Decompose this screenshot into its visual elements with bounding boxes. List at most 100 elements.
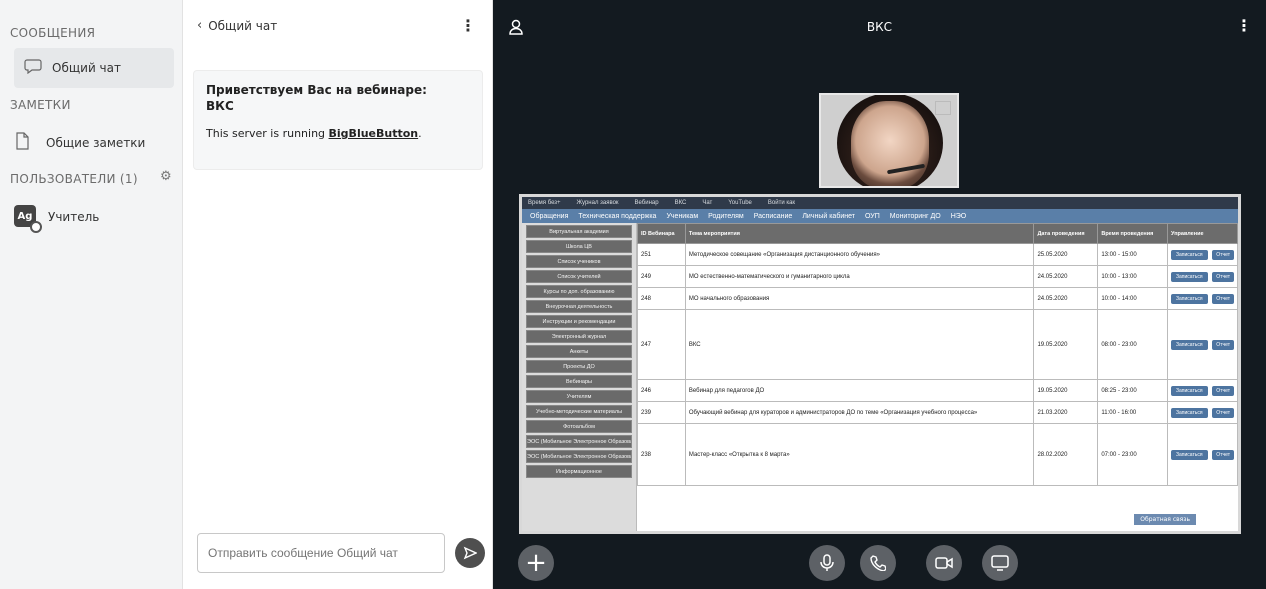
phone-icon [870, 555, 886, 571]
table-cell-topic: Вебинар для педагогов ДО [684, 379, 1035, 402]
join-button: Записаться [1171, 339, 1208, 350]
table-row: 249 МО естественно-математического и гума… [637, 265, 1238, 288]
user-list-panel: СООБЩЕНИЯ Общий чат ЗАМЕТКИ Общие заметк… [0, 0, 183, 589]
slide-sidebar-item: Список учителей [526, 270, 632, 283]
slide-sidebar-item: Проекты ДО [526, 360, 632, 373]
slide-nav-item: НЭО [950, 212, 967, 220]
notes-section-title: ЗАМЕТКИ [10, 98, 71, 112]
slide-topbar-item: Журнал заявок [576, 200, 619, 206]
slide-sidebar: Виртуальная академия Школа ЦВ Список учени… [522, 223, 636, 531]
table-cell-topic: ВКС [684, 309, 1035, 380]
table-cell-actions: Записаться Отчет [1167, 309, 1238, 380]
user-name[interactable]: Учитель [48, 210, 99, 224]
table-header-cell: ID Вебинара [637, 223, 686, 244]
table-cell-actions: Записаться Отчет [1167, 423, 1238, 486]
slide-topbar-item: Время без+ [528, 200, 561, 206]
table-row: 248 МО начального образования 24.05.2020 10… [637, 287, 1238, 310]
welcome-message: Приветствуем Вас на вебинаре: ВКС This s… [193, 70, 483, 170]
report-button: Отчет [1212, 271, 1234, 282]
table-header-cell: Дата проведения [1033, 223, 1099, 244]
slide-sidebar-item: Список учеников [526, 255, 632, 268]
shared-notes-item[interactable]: Общие заметки [14, 128, 145, 158]
table-row: 246 Вебинар для педагогов ДО 19.05.2020 08:… [637, 379, 1238, 402]
server-info: This server is running BigBlueButton. [206, 127, 470, 140]
webcam-video[interactable] [819, 93, 959, 188]
screen-icon [991, 555, 1009, 571]
users-section-title: ПОЛЬЗОВАТЕЛИ (1) [10, 172, 138, 186]
join-button: Записаться [1171, 249, 1208, 260]
table-cell-date: 19.05.2020 [1033, 309, 1099, 380]
table-cell-date: 24.05.2020 [1033, 287, 1099, 310]
messages-section-title: СООБЩЕНИЯ [10, 26, 96, 40]
welcome-line-1: Приветствуем Вас на вебинаре: [206, 83, 427, 97]
table-cell-id: 247 [637, 309, 686, 380]
table-cell-topic: МО естественно-математического и гуманит… [684, 265, 1035, 288]
slide-topbar-item: ВКС [674, 200, 687, 206]
table-cell-id: 239 [637, 401, 686, 424]
slide-navbar: Обращения Техническая поддержка Ученикам Ро… [522, 209, 1238, 223]
shared-notes-label: Общие заметки [46, 136, 146, 150]
phone-button[interactable] [860, 545, 896, 581]
slide-sidebar-item: Виртуальная академия [526, 225, 632, 238]
chat-back-button[interactable]: ‹ Общий чат [197, 18, 277, 33]
slide-topbar-item: Войти как [767, 200, 796, 206]
join-button: Записаться [1171, 271, 1208, 282]
meeting-title: ВКС [866, 20, 893, 34]
slide-sidebar-item: Курсы по доп. образованию [526, 285, 632, 298]
screenshare-button[interactable] [982, 545, 1018, 581]
avatar[interactable]: Ag [14, 205, 42, 233]
slide-sidebar-item: Фотоальбом [526, 420, 632, 433]
table-cell-time: 13:00 - 15:00 [1097, 243, 1168, 266]
table-cell-id: 238 [637, 423, 686, 486]
slide-sidebar-item: ЭОС (Мобильное Электронное Образование) [526, 450, 632, 463]
options-menu-button[interactable]: ⋮ [1236, 16, 1252, 35]
slide-sidebar-item: Учителям [526, 390, 632, 403]
public-chat-label: Общий чат [52, 61, 121, 75]
table-cell-date: 25.05.2020 [1033, 243, 1099, 266]
report-button: Отчет [1212, 293, 1234, 304]
slide-sidebar-item: Учебно-методические материалы [526, 405, 632, 418]
join-button: Записаться [1171, 293, 1208, 304]
report-button: Отчет [1212, 407, 1234, 418]
microphone-button[interactable] [809, 545, 845, 581]
public-chat-item[interactable]: Общий чат [14, 48, 174, 88]
fullscreen-icon[interactable] [935, 101, 951, 115]
table-header-cell: Время проведения [1097, 223, 1168, 244]
table-row: 238 Мастер-класс «Открытка к 8 марта» 28.0… [637, 423, 1238, 486]
gear-icon[interactable]: ⚙ [160, 170, 174, 184]
table-cell-topic: Методическое совещание «Организация дист… [684, 243, 1035, 266]
slide-sidebar-item: Школа ЦВ [526, 240, 632, 253]
chat-icon [24, 58, 42, 78]
chat-options-button[interactable]: ⋮ [460, 16, 476, 35]
presenter-status-icon [30, 221, 42, 233]
report-button: Отчет [1212, 249, 1234, 260]
slide-nav-item: Ученикам [666, 212, 699, 220]
table-cell-topic: Обучающий вебинар для кураторов и админи… [684, 401, 1035, 424]
slide-topbar-item: YouTube [728, 200, 752, 206]
slide-sidebar-item: Электронный журнал [526, 330, 632, 343]
bigbluebutton-link[interactable]: BigBlueButton [329, 127, 419, 140]
send-message-button[interactable] [455, 538, 485, 568]
table-header: ID Вебинара Тема мероприятия Дата проведен… [637, 223, 1238, 244]
slide-sidebar-item: Инструкции и рекомендации [526, 315, 632, 328]
table-cell-topic: Мастер-класс «Открытка к 8 марта» [684, 423, 1035, 486]
table-cell-time: 10:00 - 13:00 [1097, 265, 1168, 288]
slide-nav-item: Родителям [708, 212, 744, 220]
feedback-dropdown: Обратная связь [1134, 514, 1196, 525]
server-suffix: . [418, 127, 422, 140]
table-cell-actions: Записаться Отчет [1167, 379, 1238, 402]
join-button: Записаться [1171, 385, 1208, 396]
table-cell-date: 21.03.2020 [1033, 401, 1099, 424]
camera-button[interactable] [926, 545, 962, 581]
notes-icon [14, 132, 30, 154]
actions-plus-button[interactable]: + [518, 545, 554, 581]
table-row: 251 Методическое совещание «Организация д… [637, 243, 1238, 266]
table-cell-date: 24.05.2020 [1033, 265, 1099, 288]
webcam-face [851, 101, 929, 186]
slide-sidebar-item: Вебинары [526, 375, 632, 388]
table-cell-actions: Записаться Отчет [1167, 265, 1238, 288]
chat-message-input[interactable] [197, 533, 445, 573]
table-cell-time: 10:00 - 14:00 [1097, 287, 1168, 310]
camera-icon [935, 556, 953, 570]
table-row: 239 Обучающий вебинар для кураторов и адм… [637, 401, 1238, 424]
